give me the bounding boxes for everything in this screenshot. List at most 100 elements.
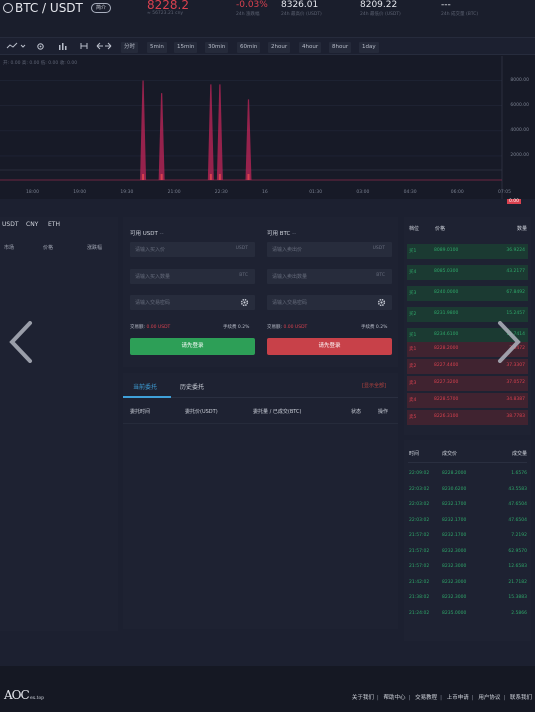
trade-time: 21:57:02 xyxy=(409,533,430,538)
sell-price-field[interactable]: USDT xyxy=(267,242,392,257)
bid-price: 8234.6100 xyxy=(434,332,459,337)
book-bid-row[interactable]: 买3 8240.0000 67.8492 xyxy=(407,286,528,301)
x-tick-label: 01:30 xyxy=(309,190,323,195)
change-label: 24h 涨跌幅 xyxy=(236,12,260,17)
volume-stat: --- 24h 成交量 (BTC) xyxy=(441,0,478,17)
footer-link-contact[interactable]: 联系我们 xyxy=(510,693,532,701)
sell-amount-unit: BTC xyxy=(376,273,385,278)
ask-amount: 37.3307 xyxy=(506,363,525,368)
book-ask-row[interactable]: 卖5 8226.3100 38.7783 xyxy=(407,410,528,425)
settings-icon[interactable] xyxy=(33,42,48,53)
x-tick-label: 19:30 xyxy=(120,190,134,195)
trades-col-price: 成交价 xyxy=(442,451,458,457)
chart-type-icon[interactable] xyxy=(3,42,29,53)
price-stat: 8228.2 ≈ 56723.21 cny xyxy=(147,0,189,16)
book-col-level: 档位 xyxy=(409,226,420,232)
interval-60min[interactable]: 60min xyxy=(237,42,261,53)
gear-icon[interactable] xyxy=(377,298,386,307)
interval-4hour[interactable]: 4hour xyxy=(299,42,322,53)
trade-price: 8232.1700 xyxy=(442,502,467,507)
footer-link-help[interactable]: 帮助中心 xyxy=(383,693,405,701)
interval-5min[interactable]: 5min xyxy=(147,42,167,53)
buy-amount-field[interactable]: BTC xyxy=(130,269,255,284)
intro-badge[interactable]: 简介 xyxy=(91,3,111,13)
buy-price-field[interactable]: USDT xyxy=(130,242,255,257)
ask-level: 卖1 xyxy=(409,347,417,352)
chevron-left-icon[interactable] xyxy=(8,321,34,363)
ask-amount: 34.8387 xyxy=(506,397,525,402)
trade-amount: 47.6504 xyxy=(508,517,527,523)
market-tab-cny[interactable]: CNY xyxy=(26,221,38,228)
bid-amount: 67.8492 xyxy=(506,290,525,295)
ask-price: 8226.3100 xyxy=(434,414,459,419)
ask-amount: 37.0572 xyxy=(506,380,525,385)
price-spike xyxy=(207,84,214,180)
chevron-right-icon[interactable] xyxy=(496,321,522,363)
chart-toolbar: 分时 5min 15min 30min 60min 2hour 4hour 8h… xyxy=(0,39,535,55)
buy-amount-input[interactable] xyxy=(130,269,255,284)
buy-total: 交易额: 0.00 USDT xyxy=(130,325,171,330)
book-ask-row[interactable]: 卖4 8228.5700 34.8387 xyxy=(407,393,528,408)
bid-price: 8089.0100 xyxy=(434,248,459,253)
market-tab-eth[interactable]: ETH xyxy=(48,221,60,228)
high-stat: 8326.01 24h 最高价 (USDT) xyxy=(281,0,322,17)
trade-amount: 12.6583 xyxy=(508,564,527,569)
indicator-icon[interactable] xyxy=(55,42,71,53)
sell-amount-field[interactable]: BTC xyxy=(267,269,392,284)
change-stat: -0.03% 24h 涨跌幅 xyxy=(236,0,268,17)
x-tick-label: 07:05 xyxy=(498,190,511,195)
book-bid-row[interactable]: 买4 8085.0300 43.2177 xyxy=(407,265,528,280)
interval-30min[interactable]: 30min xyxy=(205,42,229,53)
price-cny: ≈ 56723.21 cny xyxy=(147,11,184,16)
orders-col-action: 操作 xyxy=(378,409,389,415)
sell-password-field[interactable] xyxy=(267,295,392,310)
interval-1day[interactable]: 1day xyxy=(359,42,379,53)
trade-amount: 62.9570 xyxy=(508,548,527,554)
y-tick-label: 8000.00 xyxy=(510,77,529,83)
sell-amount-input[interactable] xyxy=(267,269,392,284)
low-stat: 8209.22 24h 最低价 (USDT) xyxy=(360,0,401,17)
sell-login-button[interactable]: 请先登录 xyxy=(267,338,392,355)
trade-price: 8228.2000 xyxy=(442,471,467,476)
ask-amount: 38.7783 xyxy=(506,414,525,419)
orders-col-price: 委托价(USDT) xyxy=(185,409,218,415)
trade-time: 22:03:02 xyxy=(409,486,430,492)
pair-title[interactable]: BTC / USDT xyxy=(15,1,83,15)
footer-link-agreement[interactable]: 用户协议 xyxy=(478,693,500,701)
compare-icon[interactable] xyxy=(76,42,92,53)
bid-price: 8231.9800 xyxy=(434,311,459,316)
interval-2hour[interactable]: 2hour xyxy=(268,42,291,53)
interval-15min[interactable]: 15min xyxy=(174,42,198,53)
logo[interactable]: AOC xyxy=(4,688,30,702)
trade-time: 21:57:02 xyxy=(409,564,430,569)
sell-password-input[interactable] xyxy=(267,295,392,310)
undo-redo-icon[interactable] xyxy=(93,42,115,53)
footer-link-about[interactable]: 关于我们 xyxy=(352,693,374,701)
x-tick-label: 19:00 xyxy=(73,190,87,195)
market-tab-usdt[interactable]: USDT xyxy=(2,221,19,228)
kline-chart[interactable] xyxy=(0,56,535,199)
book-col-price: 价格 xyxy=(435,226,446,232)
book-bid-row[interactable]: 买1 8089.0100 36.9224 xyxy=(407,244,528,259)
interval-8hour[interactable]: 8hour xyxy=(329,42,352,53)
ask-level: 卖5 xyxy=(409,415,417,420)
bid-amount: 36.9224 xyxy=(506,248,525,253)
tab-history-orders[interactable]: 历史委托 xyxy=(180,382,204,391)
trade-price: 8232.3000 xyxy=(442,595,467,600)
interval-timeshare[interactable]: 分时 xyxy=(121,42,139,53)
market-col-price: 价格 xyxy=(43,245,54,251)
ask-price: 8227.4400 xyxy=(434,363,459,368)
footer-link-tutorial[interactable]: 交易教程 xyxy=(415,693,437,701)
buy-password-field[interactable] xyxy=(130,295,255,310)
show-all-link[interactable]: [显示全部] xyxy=(362,382,386,389)
buy-login-button[interactable]: 请先登录 xyxy=(130,338,255,355)
book-ask-row[interactable]: 卖3 8227.3200 37.0572 xyxy=(407,376,528,391)
gear-icon[interactable] xyxy=(240,298,249,307)
volume-bar xyxy=(160,174,163,180)
buy-password-input[interactable] xyxy=(130,295,255,310)
footer-link-listing[interactable]: 上币申请 xyxy=(447,693,469,701)
tab-current-orders[interactable]: 当前委托 xyxy=(133,382,157,391)
book-bid-row[interactable]: 买2 8231.9800 15.2457 xyxy=(407,307,528,322)
orders-col-amount: 委托量 / 已成交(BTC) xyxy=(253,409,302,415)
orders-tabs: 当前委托 历史委托 [显示全部] xyxy=(123,373,398,398)
